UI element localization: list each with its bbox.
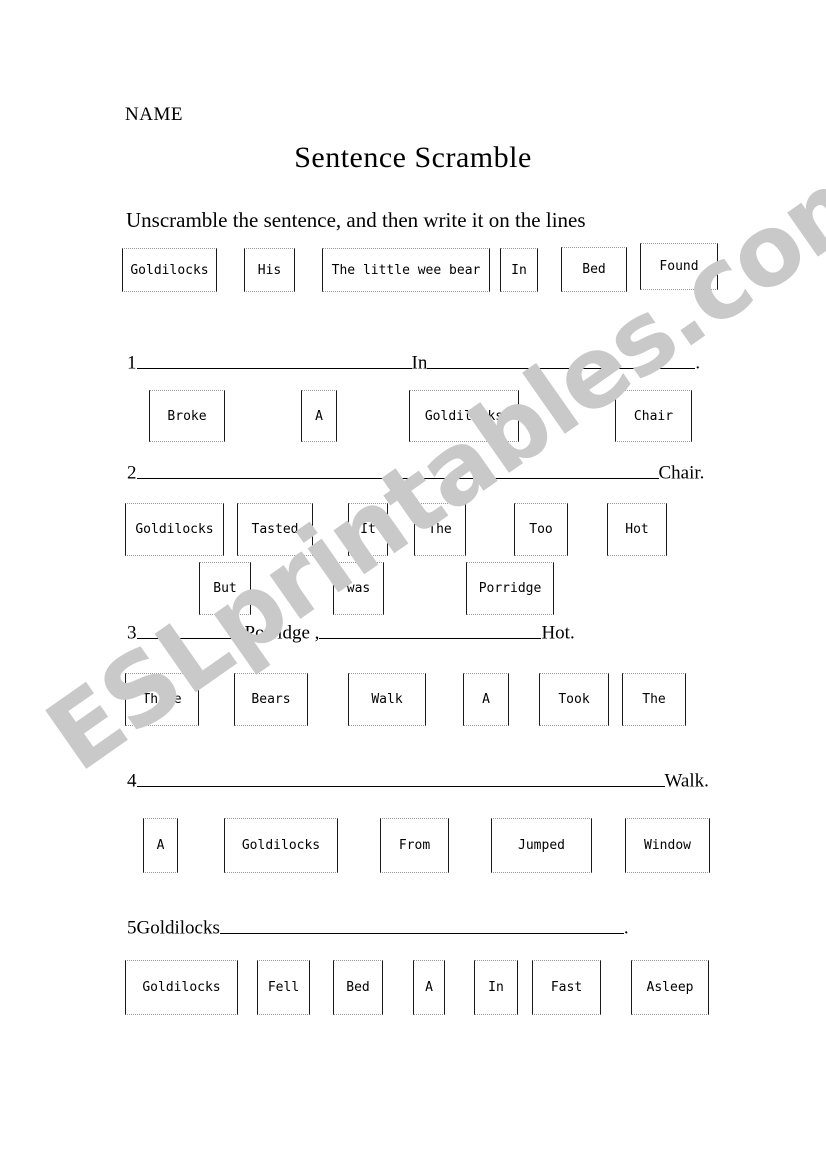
page-title: Sentence Scramble	[294, 141, 532, 174]
answer-line-number: 2	[127, 462, 137, 484]
word-tile[interactable]: A	[301, 390, 337, 442]
answer-line-terminator: .	[695, 352, 701, 374]
word-tile[interactable]: Fast	[532, 960, 601, 1015]
answer-line-blank[interactable]	[136, 622, 245, 639]
word-tile[interactable]: Jumped	[491, 818, 592, 873]
word-tile[interactable]: Goldilocks	[122, 248, 217, 292]
word-tile[interactable]: Chair	[615, 390, 692, 442]
answer-line-blank[interactable]	[136, 770, 665, 787]
answer-line-terminator: .	[704, 770, 709, 792]
word-tile[interactable]: was	[333, 562, 384, 615]
word-tile[interactable]: Found	[640, 243, 718, 290]
word-tile[interactable]: Asleep	[631, 960, 709, 1015]
answer-line-number: 5	[127, 917, 137, 939]
word-tile[interactable]: The	[414, 503, 466, 556]
word-tile[interactable]: A	[413, 960, 445, 1015]
word-tile[interactable]: Broke	[149, 390, 225, 442]
answer-line-terminator: .	[623, 917, 629, 939]
answer-line-terminator: .	[699, 462, 705, 484]
word-tile[interactable]: Window	[625, 818, 710, 873]
answer-line-blank[interactable]	[219, 917, 624, 934]
answer-line-given-word: In	[411, 352, 428, 374]
word-tile[interactable]: Walk	[348, 673, 426, 726]
word-tile[interactable]: Goldilocks	[125, 503, 224, 556]
name-label: NAME	[125, 104, 183, 125]
word-tile[interactable]: Tasted	[237, 503, 313, 556]
answer-line-blank[interactable]	[427, 352, 696, 369]
answer-line-given-word: Porridge ,	[244, 622, 320, 644]
word-tile[interactable]: His	[244, 248, 295, 292]
instructions-text: Unscramble the sentence, and then write …	[126, 208, 586, 232]
word-tile[interactable]: Goldilocks	[125, 960, 238, 1015]
answer-line-blank[interactable]	[319, 622, 542, 639]
answer-line-number: 3	[127, 622, 137, 644]
word-tile[interactable]: Took	[539, 673, 609, 726]
word-tile[interactable]: Three	[125, 673, 199, 726]
word-tile[interactable]: Goldilocks	[409, 390, 519, 442]
worksheet-page: NAME Sentence Scramble Unscramble the se…	[0, 0, 826, 1169]
word-tile[interactable]: It	[348, 503, 388, 556]
word-tile[interactable]: The	[622, 673, 686, 726]
answer-line[interactable]: 5Goldilocks.	[127, 917, 629, 940]
word-tile[interactable]: Hot	[607, 503, 667, 556]
answer-line-number: 4	[127, 770, 137, 792]
word-tile[interactable]: Too	[514, 503, 568, 556]
word-tile[interactable]: Bears	[234, 673, 308, 726]
answer-line[interactable]: 4 Walk.	[127, 770, 709, 793]
word-tile[interactable]: A	[143, 818, 178, 873]
answer-line-prefix-word: Goldilocks	[136, 917, 220, 939]
answer-line-terminator: .	[569, 622, 575, 644]
word-tile[interactable]: The little wee bear	[322, 248, 490, 292]
answer-line[interactable]: 2 Chair.	[127, 462, 704, 485]
word-tile[interactable]: A	[463, 673, 509, 726]
answer-line[interactable]: 1 In.	[127, 352, 700, 375]
answer-line[interactable]: 3 Porridge , Hot.	[127, 622, 575, 645]
word-tile[interactable]: Bed	[333, 960, 383, 1015]
word-tile[interactable]: Porridge	[466, 562, 554, 615]
answer-line-end-word: Walk	[664, 770, 705, 792]
answer-line-blank[interactable]	[136, 352, 412, 369]
word-tile[interactable]: In	[500, 248, 538, 292]
word-tile[interactable]: Fell	[257, 960, 310, 1015]
answer-line-end-word: Hot	[541, 622, 570, 644]
word-tile[interactable]: From	[380, 818, 449, 873]
word-tile[interactable]: In	[474, 960, 518, 1015]
answer-line-blank[interactable]	[136, 462, 659, 479]
answer-line-number: 1	[127, 352, 137, 374]
word-tile[interactable]: Bed	[561, 247, 627, 292]
word-tile[interactable]: But	[199, 562, 251, 615]
word-tile[interactable]: Goldilocks	[224, 818, 338, 873]
answer-line-end-word: Chair	[658, 462, 700, 484]
